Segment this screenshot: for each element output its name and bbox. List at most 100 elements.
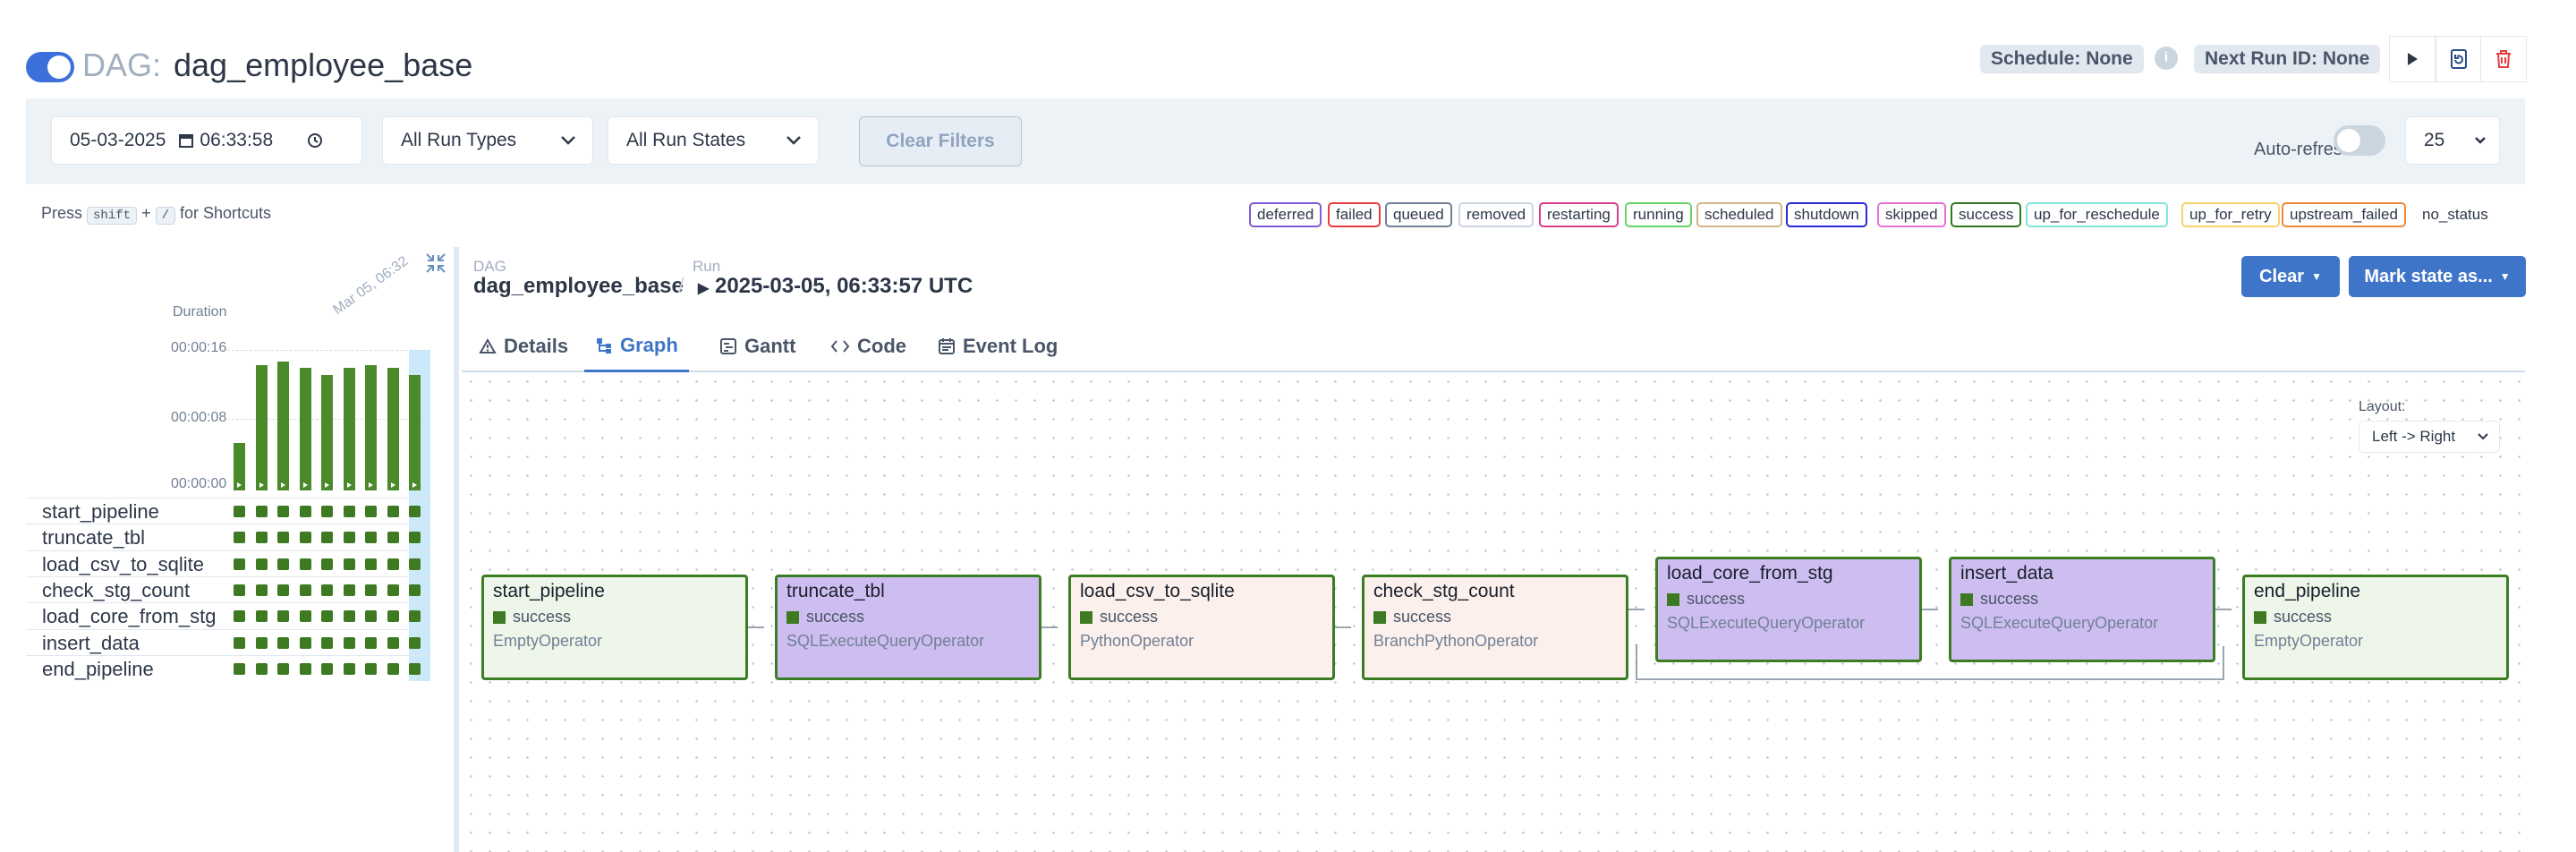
task-row[interactable]: truncate_tbl: [26, 524, 430, 550]
task-instance-cell[interactable]: [387, 662, 399, 675]
task-instance-cell[interactable]: [343, 636, 355, 649]
task-name[interactable]: check_stg_count: [42, 579, 190, 602]
task-instance-cell[interactable]: [365, 506, 377, 517]
task-instance-cell[interactable]: [277, 506, 289, 517]
task-instance-cell[interactable]: [277, 610, 289, 623]
task-instance-cell[interactable]: [255, 558, 268, 570]
task-instance-cell[interactable]: [255, 506, 268, 517]
collapse-icon[interactable]: [424, 251, 447, 275]
task-instance-cell[interactable]: [343, 506, 355, 517]
task-instance-cell[interactable]: [277, 636, 289, 649]
dag-pause-toggle[interactable]: [26, 52, 74, 82]
task-instance-cell[interactable]: [299, 584, 311, 596]
task-instance-cell[interactable]: [321, 610, 333, 623]
task-instance-cell[interactable]: [321, 584, 333, 596]
run-duration-bar[interactable]: [234, 443, 245, 490]
run-types-select[interactable]: All Run Types: [382, 116, 593, 165]
task-instance-cell[interactable]: [299, 662, 311, 675]
task-instance-cell[interactable]: [255, 662, 268, 675]
mark-state-button[interactable]: Mark state as... ▼: [2349, 256, 2526, 297]
task-instance-cell[interactable]: [234, 532, 245, 544]
task-row[interactable]: load_csv_to_sqlite: [26, 550, 430, 576]
task-name[interactable]: end_pipeline: [42, 658, 154, 681]
task-instance-cell[interactable]: [321, 558, 333, 570]
task-row[interactable]: load_core_from_stg: [26, 602, 430, 628]
task-instance-cell[interactable]: [343, 532, 355, 544]
delete-dag-button[interactable]: [2480, 36, 2527, 82]
task-instance-cell[interactable]: [387, 584, 399, 596]
task-instance-cell[interactable]: [234, 506, 245, 517]
task-instance-cell[interactable]: [409, 532, 421, 544]
task-node-load-csv-to-sqlite[interactable]: load_csv_to_sqlite success PythonOperator: [1068, 575, 1335, 680]
task-instance-cell[interactable]: [387, 506, 399, 517]
task-instance-cell[interactable]: [234, 610, 245, 623]
task-instance-cell[interactable]: [277, 662, 289, 675]
task-instance-cell[interactable]: [234, 662, 245, 675]
legend-up-for-reschedule[interactable]: up_for_reschedule: [2026, 202, 2168, 227]
task-instance-cell[interactable]: [343, 662, 355, 675]
legend-removed[interactable]: removed: [1458, 202, 1535, 227]
legend-failed[interactable]: failed: [1328, 202, 1381, 227]
task-instance-cell[interactable]: [299, 506, 311, 517]
breadcrumb-run[interactable]: ▶ 2025-03-05, 06:33:57 UTC: [698, 274, 973, 299]
task-instance-cell[interactable]: [277, 558, 289, 570]
task-row[interactable]: end_pipeline: [26, 654, 430, 681]
legend-skipped[interactable]: skipped: [1877, 202, 1946, 227]
task-instance-cell[interactable]: [255, 584, 268, 596]
task-instance-cell[interactable]: [409, 636, 421, 649]
run-datetime-input[interactable]: 05-03-2025 06:33:58: [51, 116, 362, 165]
task-instance-cell[interactable]: [365, 662, 377, 675]
task-instance-cell[interactable]: [365, 532, 377, 544]
task-instance-cell[interactable]: [234, 636, 245, 649]
page-size-select[interactable]: 25: [2405, 116, 2500, 165]
task-instance-cell[interactable]: [365, 636, 377, 649]
task-instance-cell[interactable]: [387, 532, 399, 544]
task-instance-cell[interactable]: [365, 584, 377, 596]
tab-gantt[interactable]: Gantt: [709, 320, 806, 372]
task-instance-cell[interactable]: [387, 558, 399, 570]
legend-shutdown[interactable]: shutdown: [1786, 202, 1867, 227]
task-instance-cell[interactable]: [343, 584, 355, 596]
task-instance-cell[interactable]: [343, 558, 355, 570]
task-instance-cell[interactable]: [387, 636, 399, 649]
clear-run-button[interactable]: Clear ▼: [2241, 256, 2340, 297]
task-name[interactable]: load_core_from_stg: [42, 605, 216, 628]
task-instance-cell[interactable]: [409, 584, 421, 596]
layout-select[interactable]: Left -> Right: [2359, 421, 2500, 453]
trigger-dag-button[interactable]: [2389, 36, 2436, 82]
reparse-dag-button[interactable]: [2436, 36, 2482, 82]
task-node-insert-data[interactable]: insert_data success SQLExecuteQueryOperato…: [1949, 557, 2215, 662]
legend-queued[interactable]: queued: [1385, 202, 1452, 227]
legend-deferred[interactable]: deferred: [1249, 202, 1322, 227]
task-name[interactable]: insert_data: [42, 632, 140, 655]
task-instance-cell[interactable]: [387, 610, 399, 623]
task-instance-cell[interactable]: [255, 636, 268, 649]
run-duration-bar[interactable]: [321, 375, 333, 490]
legend-upstream-failed[interactable]: upstream_failed: [2282, 202, 2406, 227]
tab-graph[interactable]: Graph: [584, 320, 689, 372]
info-icon[interactable]: i: [2155, 47, 2178, 70]
task-row[interactable]: insert_data: [26, 628, 430, 655]
task-instance-cell[interactable]: [409, 506, 421, 517]
tab-event-log[interactable]: Event Log: [927, 320, 1068, 372]
run-duration-bar[interactable]: [343, 368, 355, 490]
task-instance-cell[interactable]: [299, 532, 311, 544]
task-node-load-core-from-stg[interactable]: load_core_from_stg success SQLExecuteQuery…: [1655, 557, 1922, 662]
legend-running[interactable]: running: [1625, 202, 1692, 227]
task-node-truncate-tbl[interactable]: truncate_tbl success SQLExecuteQueryOperat…: [775, 575, 1041, 680]
panel-resize-handle[interactable]: [454, 247, 459, 852]
task-instance-cell[interactable]: [255, 610, 268, 623]
tab-code[interactable]: Code: [820, 320, 917, 372]
task-instance-cell[interactable]: [299, 610, 311, 623]
task-instance-cell[interactable]: [409, 662, 421, 675]
run-duration-bar[interactable]: [277, 362, 289, 490]
run-duration-bar[interactable]: [365, 365, 377, 490]
run-duration-bar[interactable]: [387, 368, 399, 490]
task-instance-cell[interactable]: [277, 532, 289, 544]
task-name[interactable]: truncate_tbl: [42, 526, 145, 550]
task-instance-cell[interactable]: [321, 636, 333, 649]
task-node-check-stg-count[interactable]: check_stg_count success BranchPythonOperat…: [1362, 575, 1628, 680]
task-node-start-pipeline[interactable]: start_pipeline success EmptyOperator: [481, 575, 748, 680]
legend-no-status[interactable]: no_status: [2414, 202, 2496, 227]
breadcrumb-dag[interactable]: dag_employee_base: [473, 274, 684, 299]
